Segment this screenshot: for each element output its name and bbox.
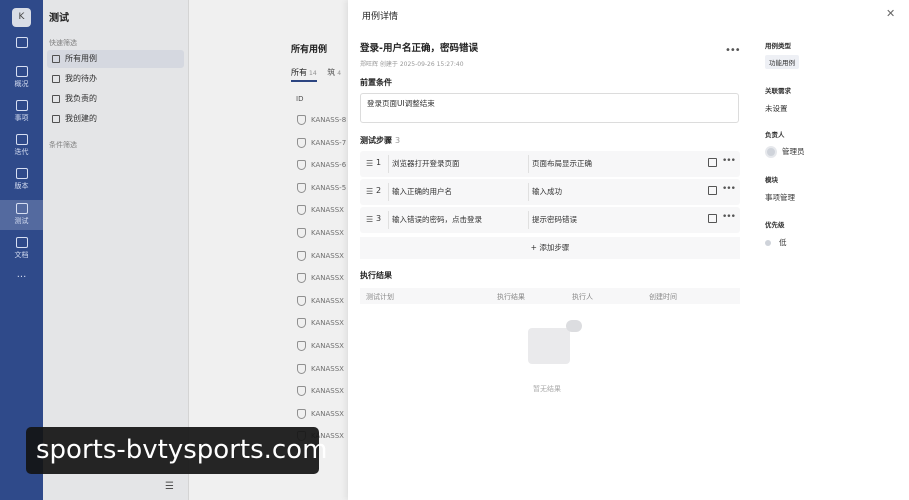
nav-tasks-label: 事项 (14, 114, 29, 122)
nav-overview-label: 概况 (14, 80, 29, 88)
more-options-icon[interactable]: ••• (725, 45, 741, 56)
step-number: 2 (376, 186, 382, 195)
step-expected[interactable]: 页面布局显示正确 (532, 158, 592, 169)
nav-doc[interactable]: 文档 (0, 237, 43, 260)
edit-icon[interactable] (708, 214, 717, 223)
watermark-banner: sports-bvtysports.com (26, 427, 327, 474)
type-tag[interactable]: 功能用例 (765, 55, 799, 69)
nav-more[interactable]: ··· (0, 272, 43, 283)
home-icon (15, 37, 28, 48)
nav-home[interactable] (0, 37, 43, 50)
step-row[interactable]: ☰ 1 浏览器打开登录页面 页面布局显示正确 ••• (360, 151, 740, 177)
field-label-demand: 关联需求 (765, 87, 791, 95)
overview-icon (15, 66, 28, 77)
tasks-icon (15, 100, 28, 111)
field-label-type: 用例类型 (765, 42, 791, 50)
case-meta: 郑旺辉 创建于 2025-09-26 15:27:40 (360, 61, 464, 68)
step-number: 1 (376, 158, 382, 167)
empty-inbox-icon (528, 328, 570, 364)
step-number: 3 (376, 214, 382, 223)
divider (528, 155, 529, 173)
nav-overview[interactable]: 概况 (0, 66, 43, 89)
divider (388, 211, 389, 229)
step-description[interactable]: 输入错误的密码，点击登录 (392, 214, 482, 225)
main-nav-rail: K 概况 事项 迭代 版本 测试 文档 ··· (0, 0, 43, 500)
steps-count: 3 (395, 136, 401, 145)
step-row[interactable]: ☰ 3 输入错误的密码，点击登录 提示密码错误 ••• (360, 207, 740, 233)
drag-handle-icon[interactable]: ☰ (366, 215, 373, 224)
divider (388, 183, 389, 201)
add-step-label: 添加步骤 (539, 243, 570, 252)
nav-version[interactable]: 版本 (0, 168, 43, 191)
empty-bubble-icon (566, 320, 582, 332)
results-label: 执行结果 (360, 271, 392, 280)
owner-name: 管理员 (782, 147, 805, 156)
nav-doc-label: 文档 (14, 251, 29, 259)
empty-state-text: 暂无结果 (533, 385, 561, 393)
precondition-label: 前置条件 (360, 78, 392, 87)
field-label-module: 模块 (765, 176, 778, 184)
results-table-header: 测试计划 执行结果 执行人 创建时间 (360, 288, 740, 304)
owner-value[interactable]: 管理员 (765, 146, 805, 158)
add-step-button[interactable]: + 添加步骤 (360, 237, 740, 259)
demand-value[interactable]: 未设置 (765, 103, 788, 114)
overlay-mask[interactable] (43, 0, 348, 500)
steps-label: 测试步骤 3 (360, 135, 400, 146)
field-label-priority: 优先级 (765, 221, 785, 229)
iteration-icon (15, 134, 28, 145)
nav-iteration-label: 迭代 (14, 148, 29, 156)
module-value[interactable]: 事项管理 (765, 192, 795, 203)
drawer-title: 用例详情 (362, 12, 399, 22)
case-title[interactable]: 登录-用户名正确，密码错误 (360, 40, 478, 54)
step-description[interactable]: 输入正确的用户名 (392, 186, 452, 197)
field-label-owner: 负责人 (765, 131, 785, 139)
divider (388, 155, 389, 173)
step-expected[interactable]: 输入成功 (532, 186, 562, 197)
workspace-avatar[interactable]: K (12, 8, 31, 27)
divider (528, 183, 529, 201)
drag-handle-icon[interactable]: ☰ (366, 187, 373, 196)
avatar (765, 146, 777, 158)
case-detail-drawer: 用例详情 ✕ 登录-用户名正确，密码错误 郑旺辉 创建于 2025-09-26 … (348, 0, 909, 500)
nav-version-label: 版本 (14, 182, 29, 190)
priority-dot-icon (765, 240, 771, 246)
nav-test[interactable]: 测试 (0, 200, 43, 230)
nav-tasks[interactable]: 事项 (0, 100, 43, 123)
nav-test-label: 测试 (14, 217, 29, 225)
close-icon[interactable]: ✕ (886, 7, 895, 20)
precondition-textarea[interactable]: 登录页面UI调整结束 (360, 93, 739, 123)
test-icon (15, 203, 28, 214)
priority-text: 低 (779, 238, 787, 247)
nav-iteration[interactable]: 迭代 (0, 134, 43, 157)
divider (528, 211, 529, 229)
more-icon[interactable]: ••• (722, 212, 736, 222)
column-header: 创建时间 (649, 293, 677, 301)
more-icon[interactable]: ••• (722, 184, 736, 194)
version-icon (15, 168, 28, 179)
more-icon[interactable]: ••• (722, 156, 736, 166)
more-icon: ··· (16, 272, 27, 283)
step-expected[interactable]: 提示密码错误 (532, 214, 577, 225)
step-row[interactable]: ☰ 2 输入正确的用户名 输入成功 ••• (360, 179, 740, 205)
column-header: 执行人 (572, 293, 593, 301)
column-header: 执行结果 (497, 293, 525, 301)
column-header: 测试计划 (366, 293, 394, 301)
steps-label-text: 测试步骤 (360, 136, 392, 145)
priority-value[interactable]: 低 (765, 237, 787, 248)
step-description[interactable]: 浏览器打开登录页面 (392, 158, 460, 169)
drag-handle-icon[interactable]: ☰ (366, 159, 373, 168)
edit-icon[interactable] (708, 186, 717, 195)
doc-icon (15, 237, 28, 248)
edit-icon[interactable] (708, 158, 717, 167)
